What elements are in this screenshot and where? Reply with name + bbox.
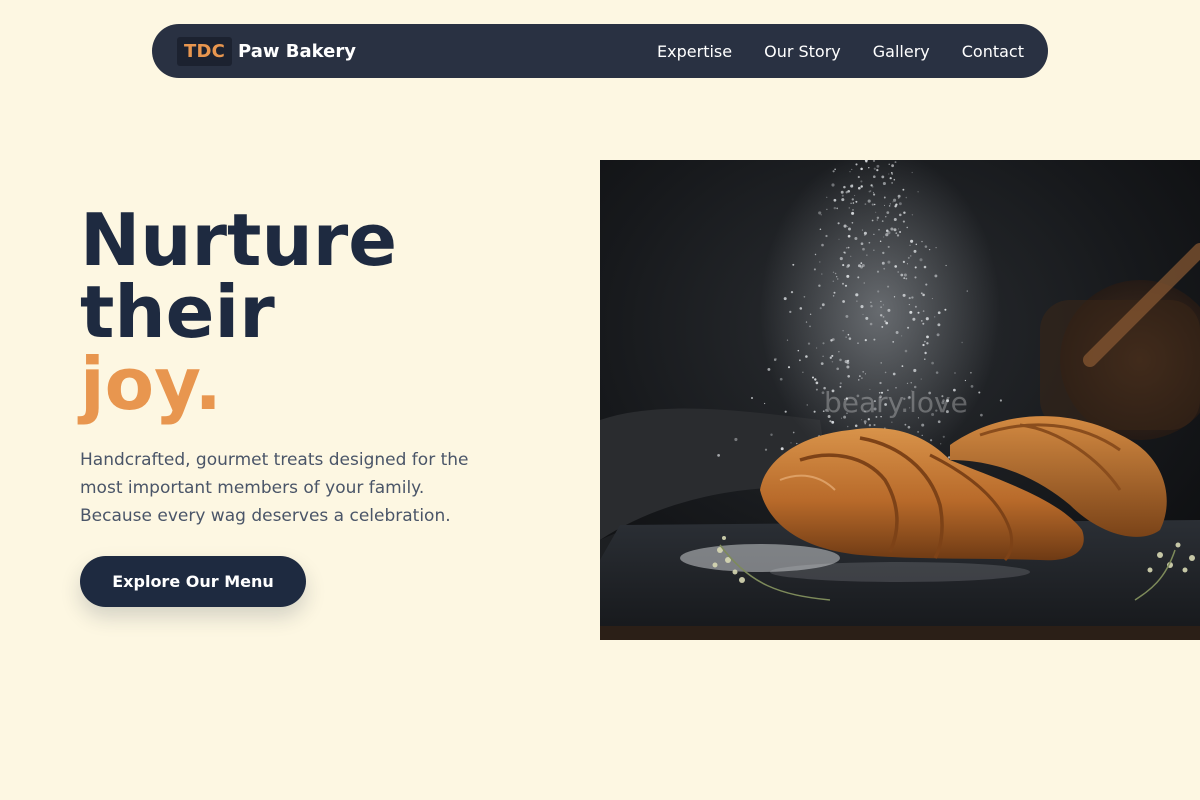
hero-description: Handcrafted, gourmet treats designed for… bbox=[80, 446, 510, 530]
nav-link-expertise[interactable]: Expertise bbox=[657, 42, 732, 61]
brand-name: Paw Bakery bbox=[238, 40, 356, 62]
hero-headline: Nurture their joy. bbox=[80, 204, 397, 420]
description-line-2: most important members of your family. bbox=[80, 478, 425, 498]
nav-link-our-story[interactable]: Our Story bbox=[764, 42, 841, 61]
top-navbar: TDC Paw Bakery Expertise Our Story Galle… bbox=[152, 24, 1048, 78]
description-line-3: Because every wag deserves a celebration… bbox=[80, 506, 451, 526]
logo-badge: TDC bbox=[177, 36, 233, 66]
hero-image-croissants: beary.love bbox=[600, 160, 1200, 640]
headline-accent: joy. bbox=[80, 342, 222, 426]
nav-link-contact[interactable]: Contact bbox=[962, 42, 1024, 61]
nav-links: Expertise Our Story Gallery Contact bbox=[657, 42, 1024, 61]
description-line-1: Handcrafted, gourmet treats designed for… bbox=[80, 450, 469, 470]
landing-page: TDC Paw Bakery Expertise Our Story Galle… bbox=[0, 0, 1200, 800]
headline-line-2: their bbox=[80, 270, 275, 354]
explore-menu-button[interactable]: Explore Our Menu bbox=[80, 556, 306, 607]
image-watermark: beary.love bbox=[824, 386, 968, 419]
brand-logo-link[interactable]: TDC Paw Bakery bbox=[177, 36, 356, 66]
headline-line-1: Nurture bbox=[80, 198, 398, 282]
nav-link-gallery[interactable]: Gallery bbox=[873, 42, 930, 61]
